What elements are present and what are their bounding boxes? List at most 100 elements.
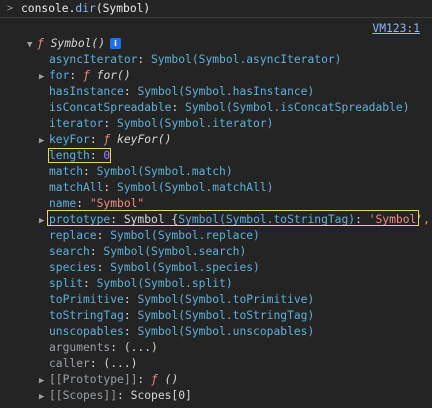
property-content: unscopables: Symbol(Symbol.unscopables) bbox=[49, 325, 314, 338]
property-content: iterator: Symbol(Symbol.iterator) bbox=[49, 117, 273, 130]
property-content: match: Symbol(Symbol.match) bbox=[49, 165, 233, 178]
console-divider bbox=[0, 17, 432, 18]
property-value: for() bbox=[96, 69, 131, 82]
info-icon[interactable]: i bbox=[110, 38, 122, 49]
property-row: unscopables: Symbol(Symbol.unscopables) bbox=[39, 324, 314, 340]
property-separator: : bbox=[83, 165, 97, 178]
expand-toggle-icon[interactable]: ▼ bbox=[27, 37, 37, 53]
property-content: toStringTag: Symbol(Symbol.toStringTag) bbox=[49, 309, 314, 322]
property-key: name bbox=[49, 197, 77, 210]
command-args: (Symbol) bbox=[95, 2, 151, 15]
property-value: () bbox=[164, 373, 179, 386]
property-value: Symbol(Symbol.iterator) bbox=[117, 117, 274, 130]
property-content: caller: (...) bbox=[49, 357, 137, 370]
devtools-console: > console.dir(Symbol) VM123:1 ▼ ƒ Symbol(… bbox=[0, 0, 432, 408]
property-row: species: Symbol(Symbol.species) bbox=[39, 260, 260, 276]
property-separator: : bbox=[123, 309, 138, 322]
property-value: Symbol { bbox=[123, 213, 179, 226]
property-key: caller bbox=[49, 357, 90, 370]
property-value: 0 bbox=[103, 149, 111, 162]
property-content: arguments: (...) bbox=[49, 341, 158, 354]
console-input-line: > console.dir(Symbol) bbox=[0, 0, 432, 17]
property-row[interactable]: ▶ for: ƒ for() bbox=[39, 68, 131, 84]
property-separator: : bbox=[110, 341, 124, 354]
property-separator: : bbox=[103, 181, 118, 194]
property-key: [[Scopes]] bbox=[49, 389, 118, 402]
function-f-glyph: ƒ bbox=[83, 69, 90, 82]
prompt-chevron-icon: > bbox=[7, 3, 14, 14]
property-content: search: Symbol(Symbol.search) bbox=[49, 245, 246, 258]
property-value: Symbol(Symbol.species) bbox=[110, 261, 260, 274]
property-key: isConcatSpreadable bbox=[49, 101, 172, 114]
property-key: split bbox=[49, 277, 84, 290]
property-content: keyFor: ƒ keyFor() bbox=[49, 133, 171, 146]
property-row[interactable]: ▶ [[Scopes]]: Scopes[0] bbox=[39, 388, 192, 404]
property-row: isConcatSpreadable: Symbol(Symbol.isConc… bbox=[39, 100, 410, 116]
property-content: asyncIterator: Symbol(Symbol.asyncIterat… bbox=[49, 53, 341, 66]
property-separator: : bbox=[96, 261, 111, 274]
property-content: replace: Symbol(Symbol.replace) bbox=[49, 229, 260, 242]
function-f-glyph: ƒ bbox=[103, 133, 111, 146]
property-value[interactable]: (...) bbox=[103, 357, 137, 370]
prototype-separator: : bbox=[355, 213, 369, 226]
property-key: toPrimitive bbox=[49, 293, 124, 306]
property-value: Symbol(Symbol.matchAll) bbox=[117, 181, 274, 194]
property-separator: : bbox=[96, 229, 111, 242]
property-value: Symbol(Symbol.split) bbox=[96, 277, 233, 290]
property-value: Symbol(Symbol.isConcatSpreadable) bbox=[185, 101, 410, 114]
property-content: isConcatSpreadable: Symbol(Symbol.isConc… bbox=[49, 101, 410, 114]
function-f-glyph: ƒ bbox=[151, 373, 158, 386]
property-row[interactable]: ▶ keyFor: ƒ keyFor() bbox=[39, 132, 171, 148]
property-content: hasInstance: Symbol(Symbol.hasInstance) bbox=[49, 85, 314, 98]
property-row[interactable]: ▶ prototype: Symbol {Symbol(Symbol.toStri… bbox=[39, 212, 430, 228]
property-key: matchAll bbox=[49, 181, 104, 194]
expand-toggle-icon[interactable]: ▶ bbox=[39, 389, 49, 405]
property-separator: : bbox=[123, 293, 138, 306]
property-value: Symbol(Symbol.toPrimitive) bbox=[137, 293, 315, 306]
property-separator: : bbox=[123, 85, 138, 98]
property-separator: : bbox=[83, 277, 97, 290]
property-row: hasInstance: Symbol(Symbol.hasInstance) bbox=[39, 84, 314, 100]
property-key: toStringTag bbox=[49, 309, 124, 322]
property-key: match bbox=[49, 165, 84, 178]
property-key: unscopables bbox=[49, 325, 124, 338]
property-separator: : bbox=[137, 53, 152, 66]
expand-toggle-icon[interactable]: ▶ bbox=[39, 133, 49, 149]
property-value: Symbol(Symbol.hasInstance) bbox=[137, 85, 315, 98]
prototype-tag-value: 'Symbol', bbox=[368, 213, 430, 226]
property-content: split: Symbol(Symbol.split) bbox=[49, 277, 233, 290]
property-key: replace bbox=[49, 229, 97, 242]
property-separator: : bbox=[76, 197, 90, 210]
property-row[interactable]: ▶ [[Prototype]]: ƒ () bbox=[39, 372, 178, 388]
property-separator: : bbox=[117, 389, 131, 402]
property-row: asyncIterator: Symbol(Symbol.asyncIterat… bbox=[39, 52, 341, 68]
expand-toggle-icon[interactable]: ▶ bbox=[39, 373, 49, 389]
source-location-link[interactable]: VM123:1 bbox=[372, 20, 420, 37]
property-key: prototype bbox=[49, 213, 111, 226]
property-row: replace: Symbol(Symbol.replace) bbox=[39, 228, 260, 244]
property-row: toStringTag: Symbol(Symbol.toStringTag) bbox=[39, 308, 314, 324]
function-f-glyph: ƒ bbox=[37, 37, 44, 50]
property-value[interactable]: (...) bbox=[124, 341, 158, 354]
expand-toggle-icon[interactable]: ▶ bbox=[39, 69, 49, 85]
property-row: search: Symbol(Symbol.search) bbox=[39, 244, 246, 260]
property-content: matchAll: Symbol(Symbol.matchAll) bbox=[49, 181, 273, 194]
property-value: Symbol(Symbol.unscopables) bbox=[137, 325, 315, 338]
root-object-row[interactable]: ▼ ƒ Symbol() i bbox=[27, 36, 122, 53]
property-key: hasInstance bbox=[49, 85, 124, 98]
expand-toggle-icon[interactable]: ▶ bbox=[39, 213, 49, 229]
property-key: for bbox=[49, 69, 70, 82]
property-content: toPrimitive: Symbol(Symbol.toPrimitive) bbox=[49, 293, 314, 306]
property-content: prototype: Symbol {Symbol(Symbol.toStrin… bbox=[49, 213, 430, 226]
property-value: "Symbol" bbox=[89, 197, 145, 210]
property-key: asyncIterator bbox=[49, 53, 138, 66]
command-prefix: console. bbox=[21, 2, 76, 15]
command-function: dir bbox=[75, 2, 96, 15]
property-value: Symbol(Symbol.toStringTag) bbox=[137, 309, 315, 322]
prototype-symbol-key: Symbol(Symbol.toStringTag) bbox=[178, 213, 356, 226]
property-row: length: 0 bbox=[39, 148, 112, 164]
property-separator: : bbox=[69, 69, 84, 82]
property-row: caller: (...) bbox=[39, 356, 137, 372]
property-key: species bbox=[49, 261, 97, 274]
property-value: Symbol(Symbol.match) bbox=[96, 165, 233, 178]
